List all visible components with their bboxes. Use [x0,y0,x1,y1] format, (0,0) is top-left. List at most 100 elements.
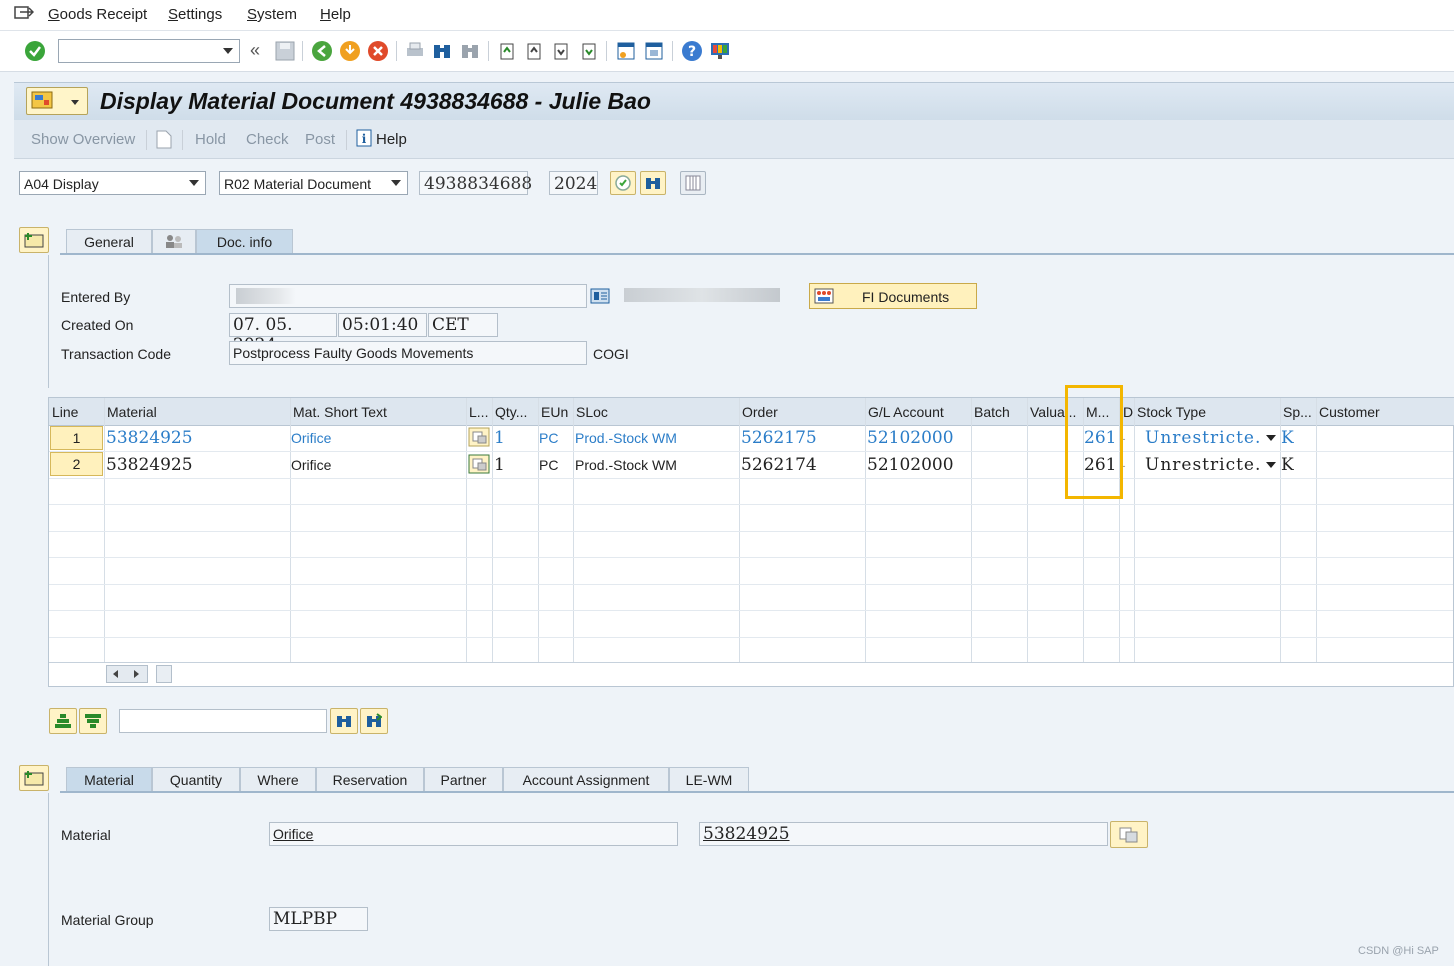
stock-type-select[interactable]: Unrestricte. [1145,428,1261,448]
display-detail-icon[interactable] [468,454,490,474]
check-button[interactable]: Check [246,131,289,148]
first-page-icon[interactable] [496,40,518,62]
row-selector[interactable]: 1 [50,426,103,450]
info-icon[interactable]: i [356,129,372,147]
column-header-eun[interactable]: EUn [541,404,568,420]
tab-general[interactable]: General [66,229,152,253]
order-link[interactable]: 5262175 [741,428,817,448]
material-group-field[interactable]: MLPBP [269,907,368,931]
print-icon[interactable] [404,40,426,62]
column-header-special-stock[interactable]: Sp... [1283,404,1312,420]
next-page-icon[interactable] [550,40,572,62]
cancel-icon[interactable] [367,40,389,62]
column-header-batch[interactable]: Batch [974,404,1010,420]
tab-where[interactable]: Where [240,767,316,791]
post-button[interactable]: Post [305,131,335,148]
previous-page-icon[interactable] [523,40,545,62]
shortcut-icon[interactable] [643,40,665,62]
short-text-link[interactable]: Orifice [291,430,331,446]
tab-material[interactable]: Material [66,767,152,791]
hold-button[interactable]: Hold [195,131,226,148]
material-link[interactable]: 53824925 [106,428,193,448]
special-stock-link[interactable]: K [1281,428,1294,448]
row-search-input[interactable] [119,709,327,733]
column-header-order[interactable]: Order [742,404,778,420]
tab-le-wm[interactable]: LE-WM [669,767,749,791]
column-header-qty[interactable]: Qty... [495,404,527,420]
document-number-field[interactable]: 4938834688 [419,171,532,195]
column-header-stock-type[interactable]: Stock Type [1137,404,1206,420]
document-year-field[interactable]: 2024 [549,171,598,195]
column-header-gl-account[interactable]: G/L Account [868,404,944,420]
find-next-row-button[interactable] [360,708,388,734]
storage-location-link[interactable]: Prod.-Stock WM [575,430,677,446]
tab-quantity[interactable]: Quantity [152,767,240,791]
menu-goods-receipt[interactable]: Goods Receipt [48,6,147,23]
user-address-icon[interactable] [590,287,612,305]
column-header-sloc[interactable]: SLoc [576,404,608,420]
display-detail-icon[interactable] [468,427,490,447]
select-all-button[interactable] [49,708,77,734]
find-row-button[interactable] [330,708,358,734]
scroll-left-icon[interactable] [113,670,118,678]
find-document-button[interactable] [640,171,666,195]
chevron-down-icon[interactable] [1266,462,1276,468]
help-button[interactable]: Help [376,131,407,148]
tab-doc-info[interactable]: Doc. info [196,229,293,253]
material-detail-button[interactable] [1110,821,1148,848]
column-header-customer[interactable]: Customer [1319,404,1380,420]
column-header-d[interactable]: D [1123,404,1133,420]
action-select[interactable]: A04 Display [19,171,206,195]
table-settings-button[interactable] [156,665,172,683]
tab-partner[interactable] [152,229,196,253]
find-icon[interactable] [431,40,453,62]
layout-button[interactable] [680,171,706,195]
timezone-field[interactable]: CET [428,313,498,337]
created-time-field[interactable]: 05:01:40 [338,313,427,337]
fi-documents-button[interactable]: FI Documents [809,283,977,309]
menu-help[interactable]: Help [320,6,351,23]
deselect-all-button[interactable] [79,708,107,734]
entered-by-field[interactable] [229,284,587,308]
exit-icon[interactable] [14,4,34,20]
app-menu-button[interactable] [26,87,88,115]
horizontal-scrollbar[interactable] [106,665,148,683]
scroll-right-icon[interactable] [134,670,139,678]
show-overview-button[interactable]: Show Overview [31,131,135,148]
reference-select[interactable]: R02 Material Document [219,171,408,195]
created-date-field[interactable]: 07. 05. 2024 [229,313,337,355]
transaction-text-field[interactable]: Postprocess Faulty Goods Movements [229,341,587,365]
menu-system[interactable]: System [247,6,297,23]
tab-account-assignment[interactable]: Account Assignment [503,767,669,791]
gl-account-link[interactable]: 52102000 [867,428,954,448]
customize-layout-icon[interactable] [709,40,731,62]
command-field[interactable] [58,39,240,63]
find-next-icon[interactable] [459,40,481,62]
enter-check-icon[interactable] [24,40,46,62]
create-session-icon[interactable] [615,40,637,62]
tab-reservation[interactable]: Reservation [316,767,424,791]
quantity-link[interactable]: 1 [494,428,505,448]
last-page-icon[interactable] [578,40,600,62]
execute-button[interactable] [610,171,636,195]
material-text-field[interactable]: Orifice [269,822,678,846]
new-document-icon[interactable] [156,130,172,149]
row-selector[interactable]: 2 [50,452,103,476]
exit-app-icon[interactable] [339,40,361,62]
unit-link[interactable]: PC [539,430,558,446]
chevron-down-icon[interactable] [223,48,233,54]
stock-type-select[interactable]: Unrestricte. [1145,455,1261,475]
material-number-field[interactable]: 53824925 [699,822,1108,846]
back-icon[interactable] [311,40,333,62]
tab-partner[interactable]: Partner [424,767,503,791]
column-header-short-text[interactable]: Mat. Short Text [293,404,387,420]
header-toggle-button[interactable] [19,227,49,253]
item-detail-toggle-button[interactable] [19,765,49,791]
chevron-down-icon[interactable] [1266,435,1276,441]
menu-settings[interactable]: Settings [168,6,222,23]
column-header-line[interactable]: Line [52,404,78,420]
column-header-material[interactable]: Material [107,404,157,420]
help-icon[interactable]: ? [681,40,703,62]
save-icon[interactable] [274,40,296,62]
column-header-l[interactable]: L... [469,404,488,420]
